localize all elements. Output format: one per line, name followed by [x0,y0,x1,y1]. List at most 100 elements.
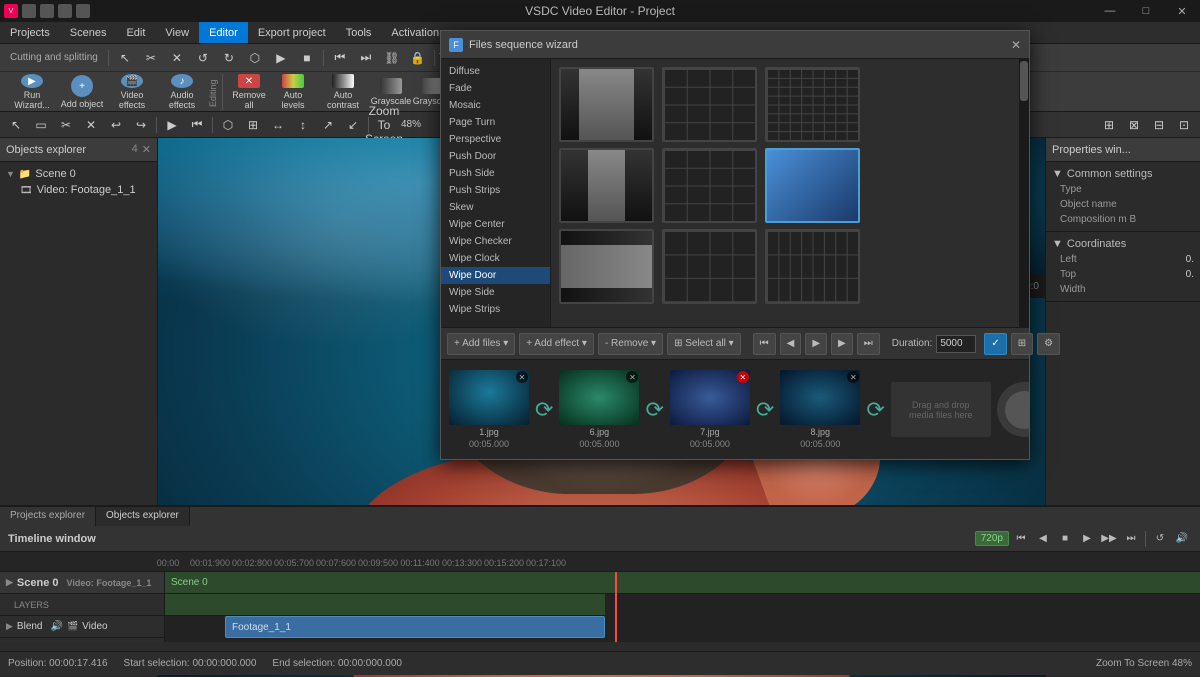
audio-effects-button[interactable]: ♪ Audio effects [158,74,206,110]
window-controls[interactable]: — □ ✕ [1092,0,1200,22]
sub-tb-play1[interactable]: ▶ [160,113,184,137]
menu-activation[interactable]: Activation [381,22,449,43]
sub-tb-6[interactable]: ↕ [291,113,315,137]
sub-tb-cut[interactable]: ✂ [54,113,78,137]
sub-tb-arrow[interactable]: ↖ [4,113,28,137]
sub-tb-delete[interactable]: ✕ [79,113,103,137]
scrollbar-thumb[interactable] [1020,61,1028,101]
thumb-vertical-in[interactable]: Vertical In [559,67,654,142]
tb-stop-btn[interactable]: ■ [295,46,319,70]
film-close-1[interactable]: ✕ [516,371,528,383]
pin-button[interactable]: 4 [132,143,138,156]
tb-x-btn[interactable]: ✕ [165,46,189,70]
wizard-close-button[interactable]: ✕ [1011,38,1021,52]
transition-wipeclock[interactable]: Wipe Clock [441,250,550,267]
thumb-horizontal-in[interactable]: Horizontal In [559,229,654,304]
close-panel-button[interactable]: ✕ [142,143,151,156]
sub-tb-7[interactable]: ↗ [316,113,340,137]
transition-pushside[interactable]: Push Side [441,165,550,182]
transition-fade[interactable]: Fade [441,80,550,97]
drag-drop-box[interactable]: Drag and dropmedia files here [891,382,991,437]
timeline-ruler[interactable]: 00:00 00:01:900 00:02:800 00:05:700 00:0… [0,552,1200,572]
sub-tb-5[interactable]: ↔ [266,113,290,137]
tl-skip-back[interactable]: ⏮ [1011,530,1031,548]
run-wizard-button[interactable]: ▶ Run Wizard... [8,74,56,110]
menu-export[interactable]: Export project [248,22,336,43]
playhead[interactable] [615,572,617,642]
tl-loop[interactable]: ↺ [1150,530,1170,548]
panel-controls[interactable]: 4 ✕ [132,143,151,156]
wizard-play-button[interactable]: ▶ [805,333,827,355]
add-object-button[interactable]: + Add object [58,74,106,110]
tree-footage11[interactable]: 🎞 Video: Footage_1_1 [0,182,157,198]
duration-input[interactable] [936,335,976,353]
apply-button[interactable]: ✓ [984,333,1006,355]
thumb-horizontal-in-4[interactable]: Horizontal In with 4x1 grid [662,229,757,304]
transition-wipechecker[interactable]: Wipe Checker [441,233,550,250]
menu-edit[interactable]: Edit [116,22,155,43]
tl-stop[interactable]: ■ [1055,530,1075,548]
thumb-vertical-in-4[interactable]: Vertical In with 1x4 grid [662,67,757,142]
tl-back-frame[interactable]: ◀ [1033,530,1053,548]
transition-wipecenter[interactable]: Wipe Center [441,216,550,233]
sub-tb-3[interactable]: ⬡ [216,113,240,137]
menu-tools[interactable]: Tools [336,22,382,43]
transition-wipeside[interactable]: Wipe Side [441,284,550,301]
common-settings-header[interactable]: ▼ Common settings [1052,166,1194,182]
tl-vol[interactable]: 🔊 [1172,530,1192,548]
transition-mosaic[interactable]: Mosaic [441,97,550,114]
tb-chain-btn[interactable]: ⛓ [380,46,404,70]
transition-wipestrips[interactable]: Wipe Strips [441,301,550,318]
wizard-settings-button[interactable]: ⚙ [1037,333,1060,355]
tb-lock-btn[interactable]: 🔒 [406,46,430,70]
tl-play[interactable]: ▶ [1077,530,1097,548]
add-files-button[interactable]: + Add files ▾ [447,333,515,355]
grid3-btn[interactable]: ⊟ [1147,113,1171,137]
tb-arrow-btn[interactable]: ↖ [113,46,137,70]
tb-fwd-btn[interactable]: ⏭ [354,46,378,70]
menu-scenes[interactable]: Scenes [60,22,117,43]
coordinates-header[interactable]: ▼ Coordinates [1052,236,1194,252]
next-button[interactable]: ▶ [831,333,853,355]
sub-tb-8[interactable]: ↙ [341,113,365,137]
tb-rotate-btn[interactable]: ↺ [191,46,215,70]
menu-editor[interactable]: Editor [199,22,248,43]
grid4-btn[interactable]: ⊡ [1172,113,1196,137]
transition-skew[interactable]: Skew [441,199,550,216]
auto-contrast-button[interactable]: Auto contrast [317,74,369,110]
tb-3d-btn[interactable]: ⬡ [243,46,267,70]
remove-button[interactable]: - Remove ▾ [598,333,663,355]
select-all-button[interactable]: ⊞ Select all ▾ [667,333,741,355]
thumb-vertical-out-8[interactable]: Vertical Out with 1x8 grid [765,148,860,223]
video-effects-button[interactable]: 🎬 Video effects [108,74,156,110]
crop-button[interactable]: ⊞ [1011,333,1033,355]
remove-all-button[interactable]: ✕ Remove all [229,74,269,110]
tab-objects-explorer[interactable]: Objects explorer [96,507,190,526]
footage-clip[interactable]: Footage_1_1 [225,616,605,638]
tb-rotate2-btn[interactable]: ↻ [217,46,241,70]
transition-wipedoor[interactable]: Wipe Door [441,267,550,284]
menu-projects[interactable]: Projects [0,22,60,43]
film-close-3[interactable]: ✕ [737,371,749,383]
transition-perspective[interactable]: Perspective [441,131,550,148]
transition-diffuse[interactable]: Diffuse [441,63,550,80]
add-effect-button[interactable]: + Add effect ▾ [519,333,594,355]
sub-tb-play2[interactable]: ⏮ [185,113,209,137]
grid-btn[interactable]: ⊞ [1097,113,1121,137]
maximize-button[interactable]: □ [1128,0,1164,22]
tb-play-btn[interactable]: ▶ [269,46,293,70]
prev-button[interactable]: ◀ [780,333,802,355]
thumb-vertical-out-4[interactable]: Vertical Out with 1x4 grid [662,148,757,223]
minimize-button[interactable]: — [1092,0,1128,22]
wizard-scrollbar[interactable] [1019,59,1029,327]
transition-pushstrips[interactable]: Push Strips [441,182,550,199]
sub-tb-4[interactable]: ⊞ [241,113,265,137]
menu-view[interactable]: View [155,22,199,43]
tb-cut-btn[interactable]: ✂ [139,46,163,70]
sub-tb-redo[interactable]: ↪ [129,113,153,137]
transition-pageturn[interactable]: Page Turn [441,114,550,131]
tl-fwd-frame[interactable]: ▶▶ [1099,530,1119,548]
close-button[interactable]: ✕ [1164,0,1200,22]
tab-projects-explorer[interactable]: Projects explorer [0,507,96,526]
thumb-horizontal-in-8[interactable]: Horizontal In with 8x1 grid [765,229,860,304]
